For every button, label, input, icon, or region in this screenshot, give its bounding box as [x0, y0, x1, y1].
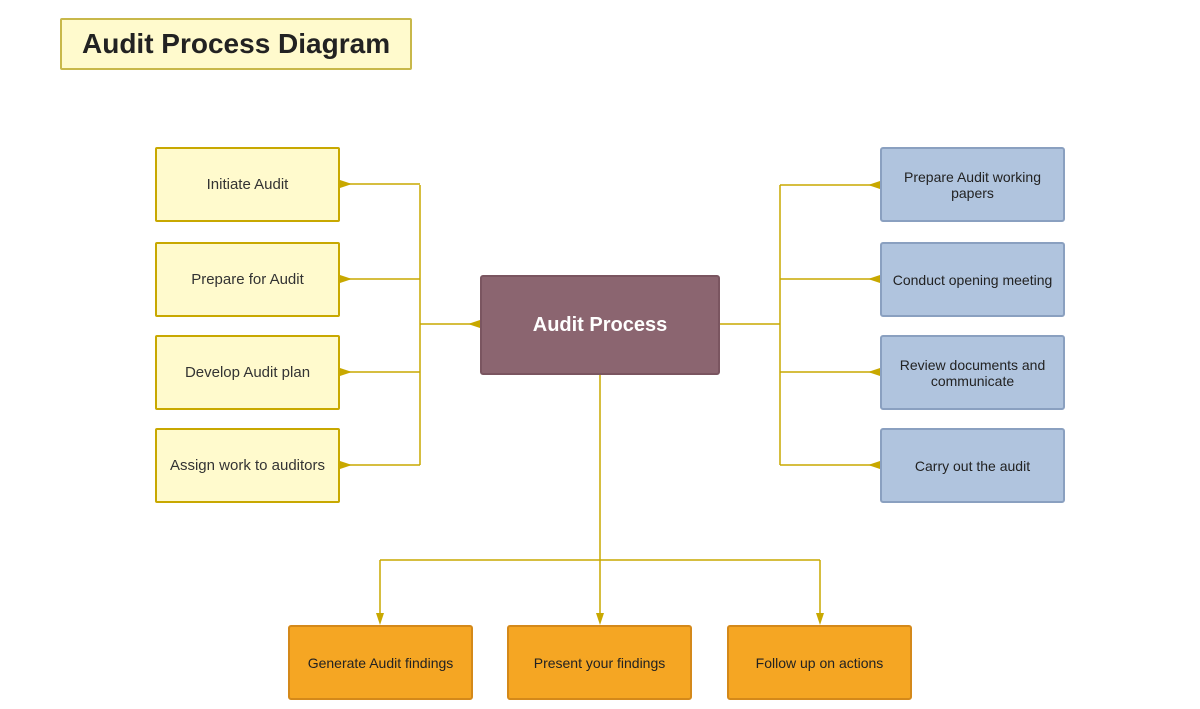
bottom-box-present-findings: Present your findings	[507, 625, 692, 700]
generate-findings-label: Generate Audit findings	[308, 655, 454, 671]
left-box-initiate-audit: Initiate Audit	[155, 147, 340, 222]
bottom-box-follow-up: Follow up on actions	[727, 625, 912, 700]
present-findings-label: Present your findings	[534, 655, 666, 671]
left-box-prepare-audit: Prepare for Audit	[155, 242, 340, 317]
title-box: Audit Process Diagram	[60, 18, 412, 70]
follow-up-label: Follow up on actions	[756, 655, 884, 671]
prepare-audit-label: Prepare for Audit	[191, 271, 304, 288]
initiate-audit-label: Initiate Audit	[207, 176, 289, 193]
bottom-box-generate-findings: Generate Audit findings	[288, 625, 473, 700]
center-label: Audit Process	[533, 314, 667, 337]
develop-plan-label: Develop Audit plan	[185, 364, 310, 381]
left-box-assign-work: Assign work to auditors	[155, 428, 340, 503]
working-papers-label: Prepare Audit working papers	[882, 169, 1063, 201]
assign-work-label: Assign work to auditors	[170, 457, 325, 474]
page-wrapper: Audit Process Diagram	[0, 0, 1200, 709]
page-title: Audit Process Diagram	[82, 28, 390, 59]
right-box-working-papers: Prepare Audit working papers	[880, 147, 1065, 222]
review-docs-label: Review documents and communicate	[882, 357, 1063, 389]
right-box-carry-out: Carry out the audit	[880, 428, 1065, 503]
center-box: Audit Process	[480, 275, 720, 375]
left-box-develop-plan: Develop Audit plan	[155, 335, 340, 410]
opening-meeting-label: Conduct opening meeting	[893, 272, 1053, 288]
right-box-review-docs: Review documents and communicate	[880, 335, 1065, 410]
right-box-opening-meeting: Conduct opening meeting	[880, 242, 1065, 317]
carry-out-label: Carry out the audit	[915, 458, 1030, 474]
